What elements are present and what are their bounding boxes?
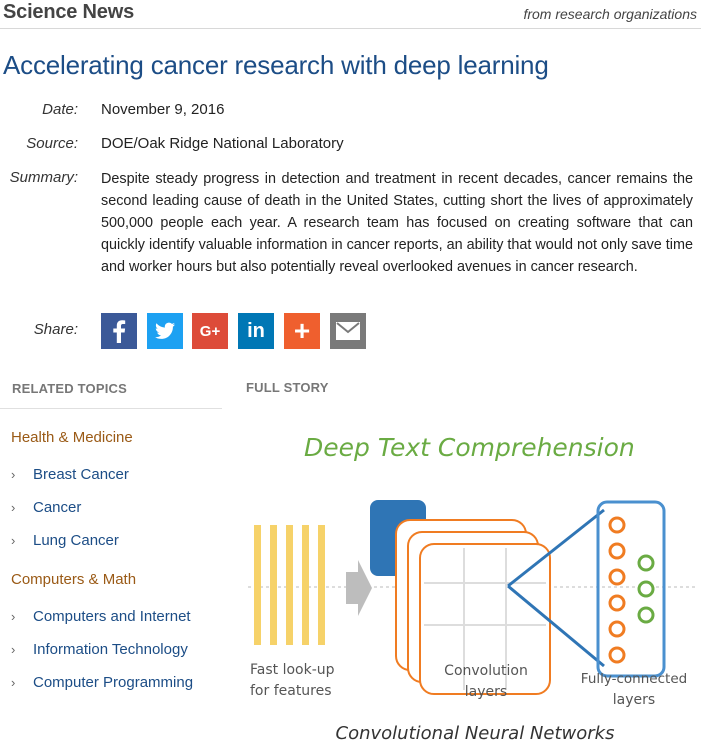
chevron-right-icon: ›: [11, 467, 16, 482]
label-fc-line1: Fully-connected: [581, 671, 687, 687]
fc-neuron: [608, 620, 626, 638]
site-brand[interactable]: Science News: [3, 1, 134, 24]
share-facebook-button[interactable]: [101, 313, 137, 349]
share-bar: Share: G+ in +: [0, 313, 701, 349]
figure-caption: Convolutional Neural Networks: [336, 723, 615, 744]
share-label: Share:: [33, 321, 78, 338]
fc-neuron: [608, 568, 626, 586]
twitter-icon: [154, 322, 175, 339]
topic-cancer[interactable]: › Cancer: [11, 499, 81, 516]
share-more-button[interactable]: +: [284, 313, 320, 349]
label-fc-line2: layers: [613, 692, 655, 708]
source-value: DOE/Oak Ridge National Laboratory: [101, 135, 344, 152]
output-neuron: [637, 580, 655, 598]
chevron-right-icon: ›: [11, 609, 16, 624]
summary-text: Despite steady progress in detection and…: [101, 171, 693, 275]
feature-bar: [286, 525, 293, 645]
topic-lung-cancer[interactable]: › Lung Cancer: [11, 532, 119, 549]
label-conv-line2: layers: [465, 684, 507, 700]
related-topics-heading: RELATED TOPICS: [12, 381, 127, 396]
date-label: Date:: [42, 101, 78, 118]
site-tagline: from research organizations: [523, 6, 697, 22]
cnn-diagram: Deep Text Comprehension Fast look-up for…: [248, 433, 698, 744]
plus-icon: +: [293, 315, 311, 346]
facebook-icon: [113, 320, 126, 343]
share-google-plus-button[interactable]: G+: [192, 313, 228, 349]
category-computers-math[interactable]: Computers & Math: [11, 571, 136, 588]
fc-neuron: [608, 646, 626, 664]
chevron-right-icon: ›: [11, 533, 16, 548]
google-plus-icon: G+: [199, 322, 221, 340]
topic-label: Lung Cancer: [33, 532, 119, 549]
topic-label: Information Technology: [33, 641, 188, 658]
linkedin-icon: in: [247, 319, 265, 342]
fc-neuron: [608, 516, 626, 534]
feature-bar: [318, 525, 325, 645]
site-header: Science News from research organizations: [0, 0, 701, 29]
envelope-icon: [336, 322, 360, 340]
label-features-line1: Fast look-up: [250, 662, 335, 678]
full-story-heading: FULL STORY: [246, 380, 329, 395]
summary-label: Summary:: [9, 169, 78, 186]
category-health-medicine[interactable]: Health & Medicine: [11, 429, 133, 446]
arrow-icon: [346, 560, 372, 616]
output-neuron: [637, 554, 655, 572]
feature-bar: [270, 525, 277, 645]
share-linkedin-button[interactable]: in: [238, 313, 274, 349]
topic-breast-cancer[interactable]: › Breast Cancer: [11, 466, 129, 483]
topic-label: Breast Cancer: [33, 466, 129, 483]
feature-bar: [302, 525, 309, 645]
fc-neuron: [608, 542, 626, 560]
article-title: Accelerating cancer research with deep l…: [3, 50, 549, 80]
share-twitter-button[interactable]: [147, 313, 183, 349]
label-features-line2: for features: [250, 683, 332, 699]
chevron-right-icon: ›: [11, 500, 16, 515]
topic-computers-and-internet[interactable]: › Computers and Internet: [11, 608, 191, 625]
label-conv-line1: Convolution: [444, 663, 528, 679]
topic-label: Computer Programming: [33, 674, 194, 691]
figure-title: Deep Text Comprehension: [304, 433, 635, 462]
topic-information-technology[interactable]: › Information Technology: [11, 641, 188, 658]
topic-label: Computers and Internet: [33, 608, 191, 625]
fc-neuron: [608, 594, 626, 612]
chevron-right-icon: ›: [11, 675, 16, 690]
story-figure: Deep Text Comprehension Fast look-up for…: [242, 420, 701, 745]
topic-label: Cancer: [33, 499, 82, 516]
chevron-right-icon: ›: [11, 642, 16, 657]
output-neuron: [637, 606, 655, 624]
sidebar-divider: [0, 408, 222, 409]
feature-bar: [254, 525, 261, 645]
source-label: Source:: [26, 135, 78, 152]
topic-computer-programming[interactable]: › Computer Programming: [11, 674, 193, 691]
date-value: November 9, 2016: [101, 101, 225, 118]
share-email-button[interactable]: [330, 313, 366, 349]
